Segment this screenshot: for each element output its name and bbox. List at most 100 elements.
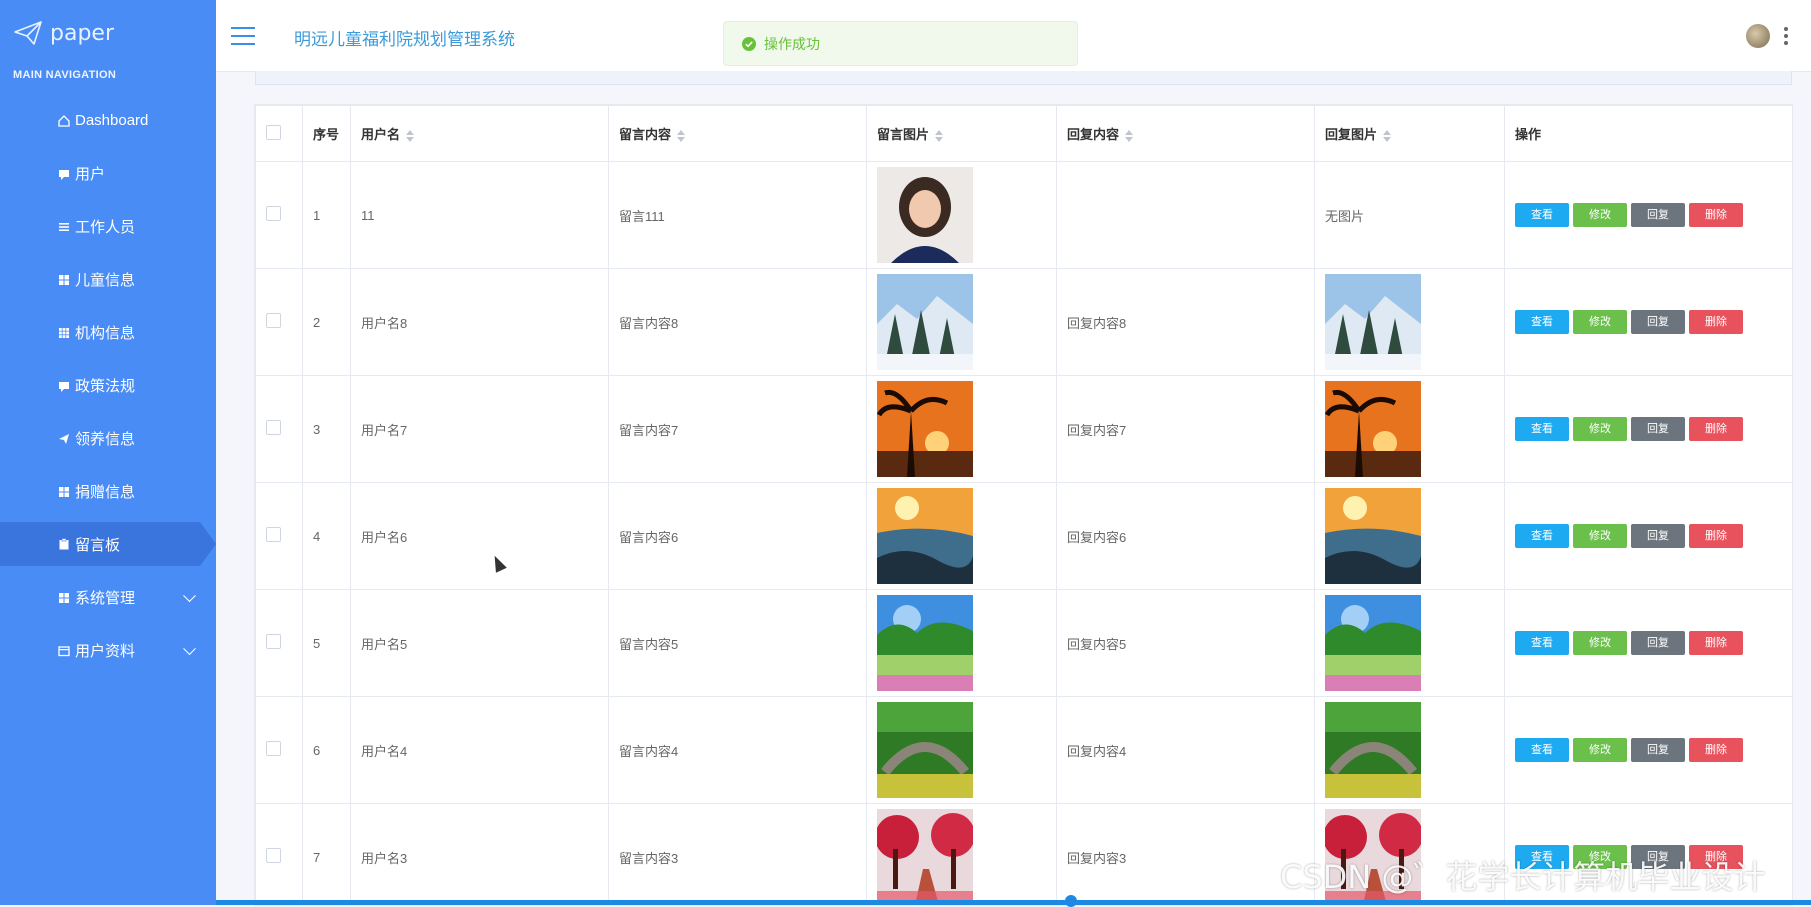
row-checkbox-cell [255, 161, 303, 269]
row-reply: 回复内容5 [1056, 589, 1315, 697]
sort-icon[interactable] [1125, 129, 1134, 142]
row-checkbox-cell [255, 696, 303, 804]
row-image-cell [866, 803, 1057, 905]
row-checkbox-cell [255, 482, 303, 590]
more-vertical-icon[interactable] [1784, 27, 1788, 45]
edit-button[interactable]: 修改 [1573, 738, 1627, 762]
view-button[interactable]: 查看 [1515, 417, 1569, 441]
table-row: 1 11 留言111 无图片 查看 修改 回复 删除 [255, 161, 1792, 269]
column-header-actions: 操作 [1504, 105, 1792, 162]
sidebar-item-profile[interactable]: 用户资料 [0, 624, 216, 677]
column-header-username[interactable]: 用户名 [350, 105, 609, 162]
logo[interactable]: paper [14, 16, 114, 50]
edit-button[interactable]: 修改 [1573, 631, 1627, 655]
row-actions: 查看 修改 回复 删除 [1504, 696, 1792, 804]
edit-button[interactable]: 修改 [1573, 417, 1627, 441]
horizontal-scrollbar[interactable] [216, 900, 1811, 905]
row-content: 留言内容3 [608, 803, 867, 905]
select-all-checkbox[interactable] [266, 124, 281, 140]
sort-icon[interactable] [1383, 129, 1392, 142]
sidebar-item-users[interactable]: 用户 [0, 147, 216, 200]
view-button[interactable]: 查看 [1515, 203, 1569, 227]
column-header-no: 序号 [302, 105, 351, 162]
sidebar-item-children[interactable]: 儿童信息 [0, 253, 216, 306]
message-image-sea-sunset[interactable] [877, 488, 973, 584]
list-icon [59, 222, 69, 231]
row-reply: 回复内容7 [1056, 375, 1315, 483]
view-button[interactable]: 查看 [1515, 738, 1569, 762]
message-image-snow[interactable] [877, 274, 973, 370]
reply-button[interactable]: 回复 [1631, 631, 1685, 655]
sidebar-item-adoption[interactable]: 领养信息 [0, 412, 216, 465]
paper-plane-icon [14, 21, 42, 45]
row-checkbox-cell [255, 803, 303, 905]
delete-button[interactable]: 删除 [1689, 738, 1743, 762]
sidebar-item-policies[interactable]: 政策法规 [0, 359, 216, 412]
sort-icon[interactable] [406, 129, 415, 142]
row-checkbox[interactable] [266, 634, 281, 649]
column-header-reply-image[interactable]: 回复图片 [1314, 105, 1505, 162]
sidebar-item-system[interactable]: 系统管理 [0, 571, 216, 624]
edit-button[interactable]: 修改 [1573, 310, 1627, 334]
sidebar: paper MAIN NAVIGATION Dashboard 用户 工作人员 … [0, 0, 216, 905]
view-button[interactable]: 查看 [1515, 310, 1569, 334]
card-icon [58, 645, 70, 656]
row-checkbox[interactable] [266, 313, 281, 328]
delete-button[interactable]: 删除 [1689, 203, 1743, 227]
reply-image-bridge[interactable] [1325, 702, 1421, 798]
row-reply: 回复内容4 [1056, 696, 1315, 804]
row-username: 11 [350, 161, 609, 269]
row-checkbox[interactable] [266, 206, 281, 221]
row-reply-image-cell [1314, 268, 1505, 376]
sidebar-item-staff[interactable]: 工作人员 [0, 200, 216, 253]
row-no: 5 [302, 589, 351, 697]
row-checkbox[interactable] [266, 741, 281, 756]
watermark: CSDN @゛花学长计算机毕业设计 [1280, 858, 1766, 896]
sidebar-item-messageboard[interactable]: 留言板 [0, 522, 216, 566]
row-checkbox[interactable] [266, 420, 281, 435]
reply-button[interactable]: 回复 [1631, 310, 1685, 334]
row-checkbox[interactable] [266, 848, 281, 863]
row-reply: 回复内容6 [1056, 482, 1315, 590]
edit-button[interactable]: 修改 [1573, 524, 1627, 548]
sort-icon[interactable] [935, 129, 944, 142]
reply-image-meadow[interactable] [1325, 595, 1421, 691]
message-image-meadow[interactable] [877, 595, 973, 691]
column-header-reply[interactable]: 回复内容 [1056, 105, 1315, 162]
delete-button[interactable]: 删除 [1689, 310, 1743, 334]
reply-button[interactable]: 回复 [1631, 203, 1685, 227]
column-header-content[interactable]: 留言内容 [608, 105, 867, 162]
row-content: 留言内容4 [608, 696, 867, 804]
row-no: 6 [302, 696, 351, 804]
success-toast: 操作成功 [723, 21, 1078, 66]
toast-message: 操作成功 [764, 35, 820, 52]
sidebar-item-dashboard[interactable]: Dashboard [0, 94, 216, 147]
column-header-image[interactable]: 留言图片 [866, 105, 1057, 162]
reply-image-sea-sunset[interactable] [1325, 488, 1421, 584]
hamburger-menu-icon[interactable] [231, 27, 255, 45]
sidebar-item-label: 机构信息 [75, 325, 136, 342]
view-button[interactable]: 查看 [1515, 631, 1569, 655]
edit-button[interactable]: 修改 [1573, 203, 1627, 227]
sidebar-item-institutions[interactable]: 机构信息 [0, 306, 216, 359]
reply-button[interactable]: 回复 [1631, 524, 1685, 548]
message-image-bridge[interactable] [877, 702, 973, 798]
delete-button[interactable]: 删除 [1689, 524, 1743, 548]
message-image-girl[interactable] [877, 167, 973, 263]
reply-button[interactable]: 回复 [1631, 738, 1685, 762]
sort-icon[interactable] [677, 129, 686, 142]
delete-button[interactable]: 删除 [1689, 631, 1743, 655]
delete-button[interactable]: 删除 [1689, 417, 1743, 441]
message-image-red-trees[interactable] [877, 809, 973, 905]
message-image-palm-sunset[interactable] [877, 381, 973, 477]
row-checkbox[interactable] [266, 527, 281, 542]
reply-button[interactable]: 回复 [1631, 417, 1685, 441]
row-reply-image-cell [1314, 696, 1505, 804]
reply-image-palm-sunset[interactable] [1325, 381, 1421, 477]
reply-image-snow[interactable] [1325, 274, 1421, 370]
sidebar-item-label: 留言板 [75, 536, 121, 554]
view-button[interactable]: 查看 [1515, 524, 1569, 548]
sidebar-item-donations[interactable]: 捐赠信息 [0, 465, 216, 518]
avatar[interactable] [1746, 24, 1770, 48]
scrollbar-handle[interactable] [1065, 895, 1077, 907]
